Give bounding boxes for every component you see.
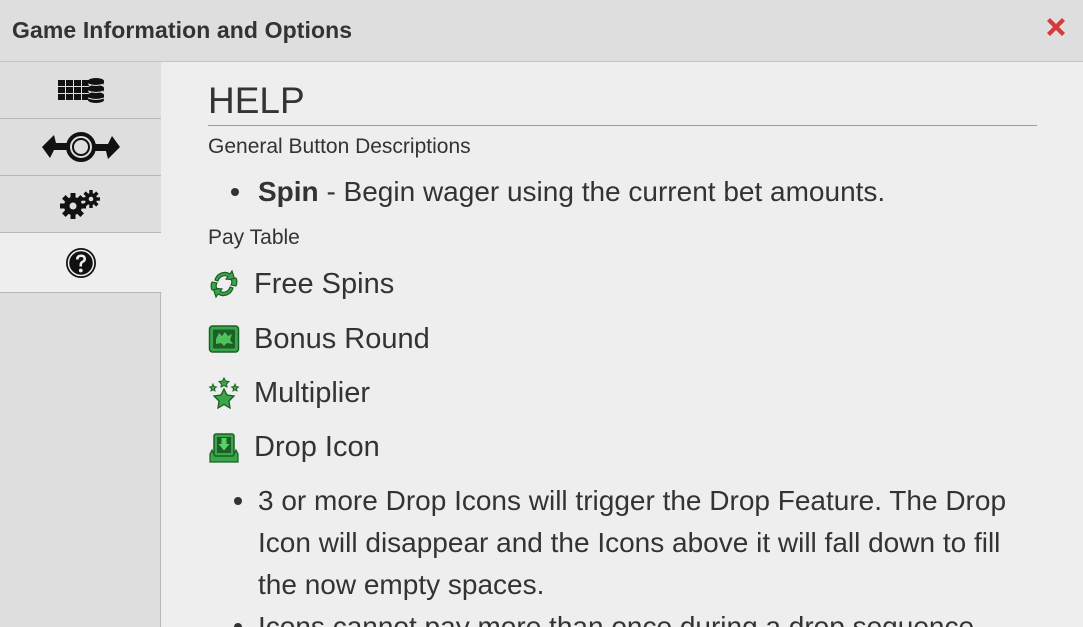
drop-sequence-text: Icons cannot pay more than once during a…: [258, 611, 982, 627]
tab-autoplay[interactable]: [0, 119, 161, 176]
pay-item-free-spins: Free Spins: [208, 264, 394, 304]
bullet: [234, 497, 242, 505]
bonus-round-icon: [208, 325, 240, 353]
pay-item-multiplier: Multiplier: [208, 373, 370, 413]
tab-paytable[interactable]: [0, 62, 161, 119]
gears-icon: [59, 190, 100, 219]
pay-item-drop-icon: Drop Icon: [208, 427, 380, 467]
drop-feature-bullet: 3 or more Drop Icons will trigger the Dr…: [234, 480, 1018, 606]
pay-item-label: Bonus Round: [254, 322, 430, 355]
reels-coins-icon: [57, 78, 104, 103]
help-content: HELP General Button Descriptions Spin - …: [208, 62, 1037, 627]
question-icon: [65, 247, 96, 278]
general-buttons-heading: General Button Descriptions: [208, 135, 471, 158]
bullet: [234, 623, 242, 627]
title-bar: Game Information and Options: [0, 0, 1083, 62]
spin-description: Spin - Begin wager using the current bet…: [231, 171, 886, 213]
drop-feature-text: 3 or more Drop Icons will trigger the Dr…: [258, 485, 1007, 600]
sidebar: [0, 62, 162, 627]
tab-help[interactable]: [0, 233, 162, 293]
pay-item-label: Drop Icon: [254, 430, 380, 463]
window-title: Game Information and Options: [12, 17, 353, 43]
tab-settings[interactable]: [0, 176, 161, 233]
close-icon: [1047, 18, 1065, 36]
drop-icon: [209, 433, 239, 463]
paytable-heading: Pay Table: [208, 226, 300, 249]
spin-label: Spin: [258, 176, 319, 207]
multiplier-icon: [208, 376, 240, 410]
pay-item-label: Free Spins: [254, 267, 395, 300]
bullet: [231, 188, 239, 196]
close-button[interactable]: [1043, 14, 1069, 40]
pay-item-bonus-round: Bonus Round: [208, 319, 430, 359]
autoplay-arrows-icon: [41, 132, 120, 162]
drop-sequence-bullet: Icons cannot pay more than once during a…: [234, 606, 1018, 627]
page-title: HELP: [208, 80, 1037, 126]
pay-item-label: Multiplier: [254, 376, 371, 409]
free-spins-icon: [210, 269, 238, 299]
spin-desc: - Begin wager using the current bet amou…: [318, 176, 886, 207]
